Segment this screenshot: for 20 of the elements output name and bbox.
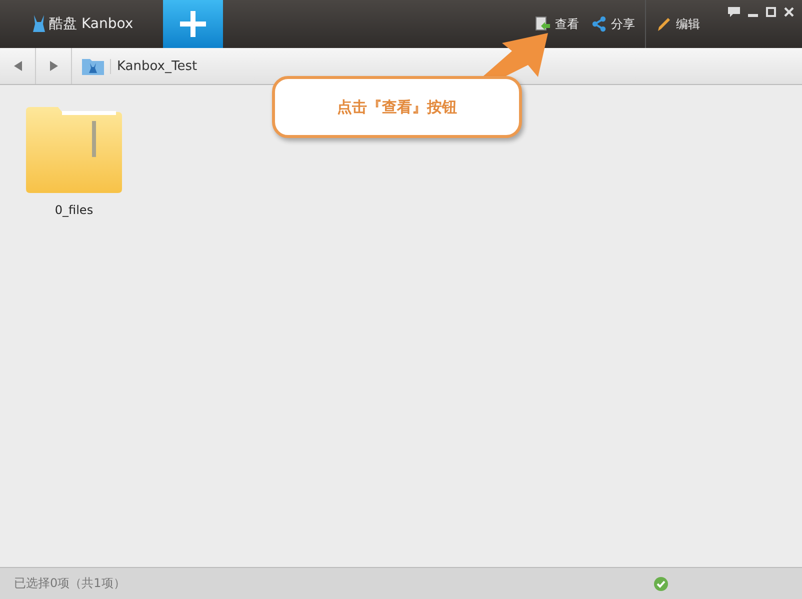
breadcrumb-item[interactable]: Kanbox_Test xyxy=(110,58,198,74)
folder-icon[interactable] xyxy=(82,57,104,75)
pencil-icon xyxy=(656,16,672,32)
toolbar-button[interactable]: 编辑 xyxy=(650,0,706,48)
app-title: 酷盘 Kanbox xyxy=(49,15,134,33)
right-triangle-icon xyxy=(50,61,58,71)
chat-icon[interactable] xyxy=(728,7,740,18)
plus-icon xyxy=(180,11,206,37)
file-name: 0_files xyxy=(54,203,94,217)
share-icon xyxy=(591,16,607,32)
maximize-icon[interactable] xyxy=(766,7,776,17)
status-text: 已选择0项（共1项） xyxy=(14,575,126,592)
left-triangle-icon xyxy=(14,61,22,71)
toolbar-button[interactable]: 分享 xyxy=(585,0,641,48)
check-icon xyxy=(654,576,668,590)
callout-text: 点击『查看』按钮 xyxy=(337,98,457,116)
add-button[interactable] xyxy=(163,0,223,48)
rabbit-logo-icon xyxy=(32,15,46,33)
close-icon[interactable] xyxy=(784,7,794,17)
document-arrow-icon xyxy=(535,16,551,32)
